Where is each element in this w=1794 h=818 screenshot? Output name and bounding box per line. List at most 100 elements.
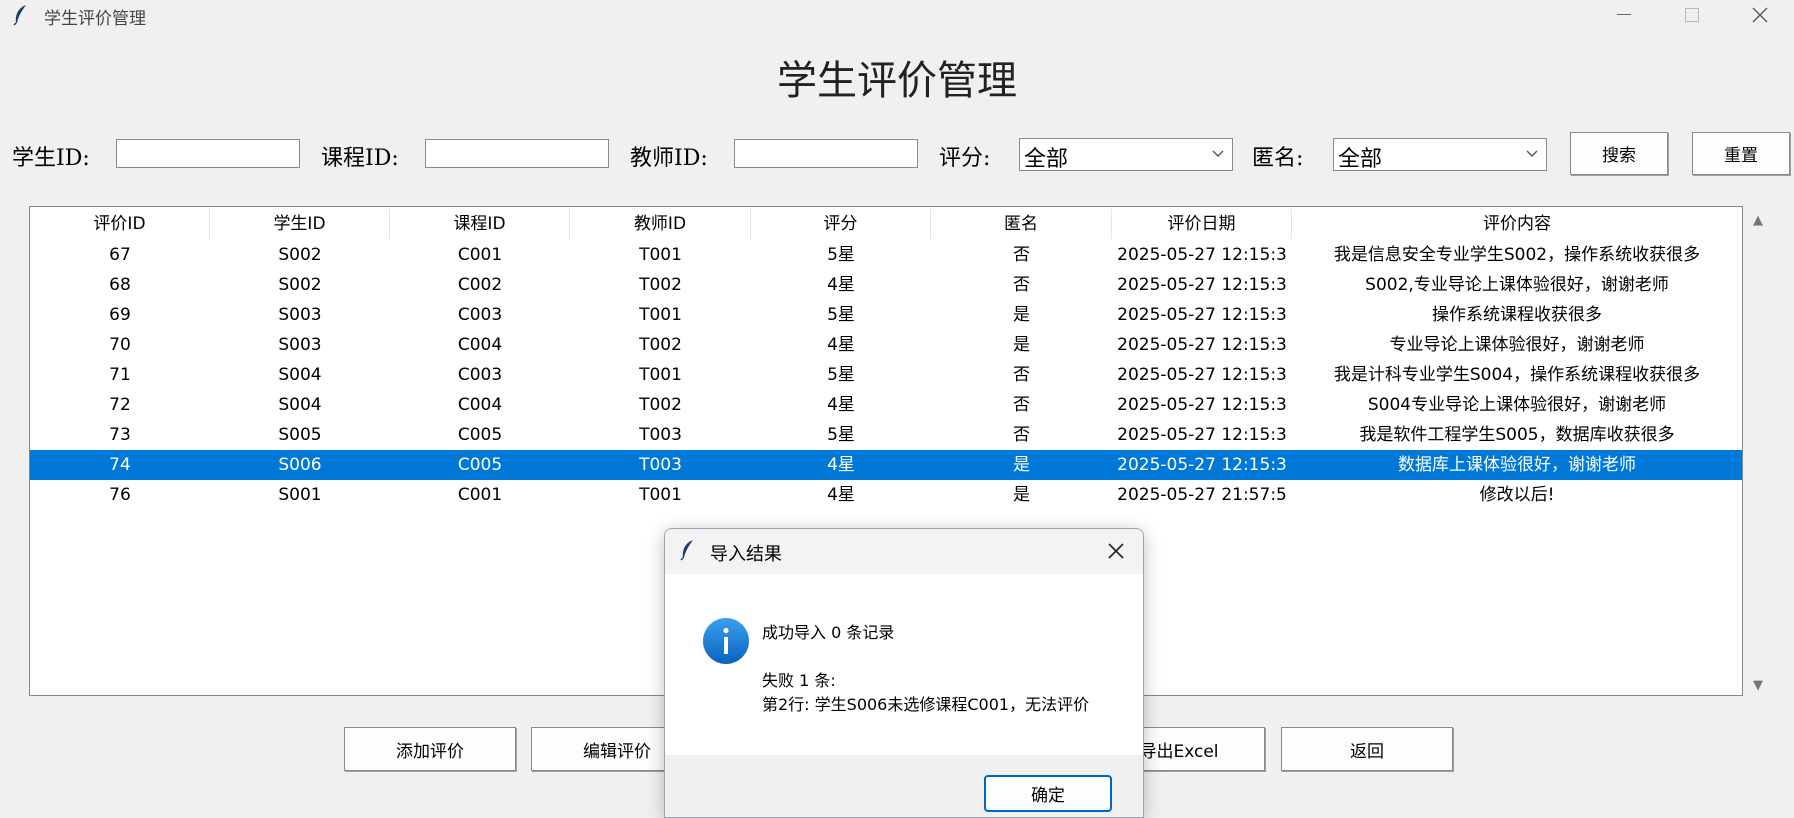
table-row[interactable]: 70 S003 C004 T002 4星 是 2025-05-27 12:15:3 专业导论上… bbox=[30, 330, 1742, 360]
anonymous-select-value: 全部 bbox=[1338, 147, 1383, 172]
dialog-title-bar: 导入结果 bbox=[665, 529, 1143, 574]
table-cell: 数据库上课体验很好，谢谢老师 bbox=[1398, 455, 1636, 475]
chevron-down-icon bbox=[1526, 150, 1538, 157]
search-button[interactable]: 搜索 bbox=[1570, 132, 1668, 175]
table-cell: S001 bbox=[278, 485, 322, 505]
maximize-button[interactable] bbox=[1658, 0, 1726, 30]
table-cell: 2025-05-27 21:57:5 bbox=[1117, 485, 1287, 505]
maximize-icon bbox=[1685, 8, 1699, 22]
column-header[interactable]: 学生ID bbox=[210, 209, 390, 239]
rating-select[interactable]: 全部 bbox=[1019, 138, 1233, 172]
table-cell: T002 bbox=[639, 275, 682, 295]
teacher-id-input[interactable] bbox=[734, 139, 918, 168]
column-header[interactable]: 课程ID bbox=[390, 209, 570, 239]
table-row[interactable]: 72 S004 C004 T002 4星 否 2025-05-27 12:15:3 S004专… bbox=[30, 390, 1742, 420]
close-icon[interactable] bbox=[1105, 540, 1127, 562]
column-header[interactable]: 评价内容 bbox=[1292, 209, 1742, 239]
table-cell: T003 bbox=[639, 455, 682, 475]
table-cell: 5星 bbox=[827, 245, 855, 265]
window-title: 学生评价管理 bbox=[44, 9, 146, 29]
close-button[interactable] bbox=[1726, 0, 1794, 30]
table-cell: 70 bbox=[109, 335, 131, 355]
table-cell: 修改以后! bbox=[1479, 485, 1555, 505]
table-row[interactable]: 71 S004 C003 T001 5星 否 2025-05-27 12:15:3 我是计科专… bbox=[30, 360, 1742, 390]
table-cell: 4星 bbox=[827, 395, 855, 415]
table-cell: 71 bbox=[109, 365, 131, 385]
ok-button[interactable]: 确定 bbox=[984, 775, 1112, 812]
table-header-row: 评价ID 学生ID 课程ID 教师ID 评分 匿名 评价日期 评价内容 bbox=[30, 209, 1742, 239]
table-cell: 2025-05-27 12:15:3 bbox=[1117, 455, 1287, 475]
table-cell: S006 bbox=[278, 455, 322, 475]
table-cell: 否 bbox=[1013, 425, 1030, 445]
table-cell: 2025-05-27 12:15:3 bbox=[1117, 395, 1287, 415]
table-cell: 76 bbox=[109, 485, 131, 505]
table-cell: 4星 bbox=[827, 275, 855, 295]
page-title: 学生评价管理 bbox=[777, 58, 1017, 104]
table-cell: C001 bbox=[457, 485, 503, 505]
table-cell: T003 bbox=[639, 425, 682, 445]
table-cell: S004 bbox=[278, 395, 322, 415]
table-cell: S002 bbox=[278, 245, 322, 265]
table-row[interactable]: 73 S005 C005 T003 5星 否 2025-05-27 12:15:3 我是软件工… bbox=[30, 420, 1742, 450]
table-cell: 4星 bbox=[827, 485, 855, 505]
table-cell: T002 bbox=[639, 395, 682, 415]
scroll-down-arrow-icon[interactable]: ▼ bbox=[1753, 678, 1763, 693]
table-cell: C005 bbox=[457, 425, 503, 445]
table-cell: S004 bbox=[278, 365, 322, 385]
student-id-input[interactable] bbox=[116, 139, 300, 168]
table-cell: 2025-05-27 12:15:3 bbox=[1117, 275, 1287, 295]
scroll-up-arrow-icon[interactable]: ▲ bbox=[1753, 213, 1763, 228]
column-header[interactable]: 匿名 bbox=[931, 209, 1112, 239]
table-cell: S003 bbox=[278, 305, 322, 325]
table-row[interactable]: 68 S002 C002 T002 4星 否 2025-05-27 12:15:3 S002,… bbox=[30, 270, 1742, 300]
dialog-success-message: 成功导入 0 条记录 bbox=[762, 623, 895, 642]
table-cell: 72 bbox=[109, 395, 131, 415]
minimize-icon bbox=[1617, 14, 1631, 15]
table-cell: S004专业导论上课体验很好，谢谢老师 bbox=[1367, 395, 1667, 415]
table-cell: 4星 bbox=[827, 455, 855, 475]
teacher-id-label: 教师ID: bbox=[630, 146, 708, 171]
table-cell: 67 bbox=[109, 245, 131, 265]
table-cell: C002 bbox=[457, 275, 503, 295]
add-evaluation-button[interactable]: 添加评价 bbox=[344, 727, 516, 771]
table-row[interactable]: 76 S001 C001 T001 4星 是 2025-05-27 21:57:5 修改以后! bbox=[30, 480, 1742, 510]
table-cell: C003 bbox=[457, 365, 503, 385]
course-id-label: 课程ID: bbox=[321, 146, 399, 171]
reset-button[interactable]: 重置 bbox=[1692, 132, 1790, 175]
table-cell: 4星 bbox=[827, 335, 855, 355]
column-header[interactable]: 评价日期 bbox=[1112, 209, 1292, 239]
table-cell: 2025-05-27 12:15:3 bbox=[1117, 365, 1287, 385]
column-header[interactable]: 教师ID bbox=[570, 209, 751, 239]
table-cell: 是 bbox=[1013, 485, 1030, 505]
table-row[interactable]: 69 S003 C003 T001 5星 是 2025-05-27 12:15:3 操作系统课… bbox=[30, 300, 1742, 330]
info-icon bbox=[703, 618, 749, 664]
student-id-label: 学生ID: bbox=[12, 146, 90, 171]
table-cell: 否 bbox=[1013, 245, 1030, 265]
table-cell: 专业导论上课体验很好，谢谢老师 bbox=[1389, 335, 1645, 355]
table-cell: 68 bbox=[109, 275, 131, 295]
table-cell: 操作系统课程收获很多 bbox=[1432, 305, 1602, 325]
table-row[interactable]: 67 S002 C001 T001 5星 否 2025-05-27 12:15:3 我是信息安… bbox=[30, 240, 1742, 270]
table-cell: 74 bbox=[109, 455, 131, 475]
table-cell: 否 bbox=[1013, 395, 1030, 415]
anonymous-select[interactable]: 全部 bbox=[1333, 138, 1547, 172]
back-button[interactable]: 返回 bbox=[1281, 727, 1453, 771]
table-cell: 5星 bbox=[827, 365, 855, 385]
column-header[interactable]: 评价ID bbox=[30, 209, 210, 239]
title-bar: 学生评价管理 bbox=[0, 0, 1794, 30]
table-row[interactable]: 74 S006 C005 T003 4星 是 2025-05-27 12:15:3 数据库上课… bbox=[30, 450, 1742, 480]
dialog-footer: 确定 bbox=[665, 755, 1143, 817]
course-id-input[interactable] bbox=[425, 139, 609, 168]
anonymous-label: 匿名: bbox=[1252, 146, 1304, 171]
rating-label: 评分: bbox=[939, 146, 991, 171]
table-cell: 是 bbox=[1013, 335, 1030, 355]
minimize-button[interactable] bbox=[1590, 0, 1658, 30]
feather-icon bbox=[680, 540, 693, 561]
table-cell: 否 bbox=[1013, 365, 1030, 385]
table-cell: C003 bbox=[457, 305, 503, 325]
table-cell: 2025-05-27 12:15:3 bbox=[1117, 245, 1287, 265]
table-cell: T001 bbox=[639, 245, 682, 265]
table-cell: 我是信息安全专业学生S002，操作系统收获很多 bbox=[1333, 245, 1701, 265]
rating-select-value: 全部 bbox=[1024, 147, 1069, 172]
column-header[interactable]: 评分 bbox=[751, 209, 931, 239]
